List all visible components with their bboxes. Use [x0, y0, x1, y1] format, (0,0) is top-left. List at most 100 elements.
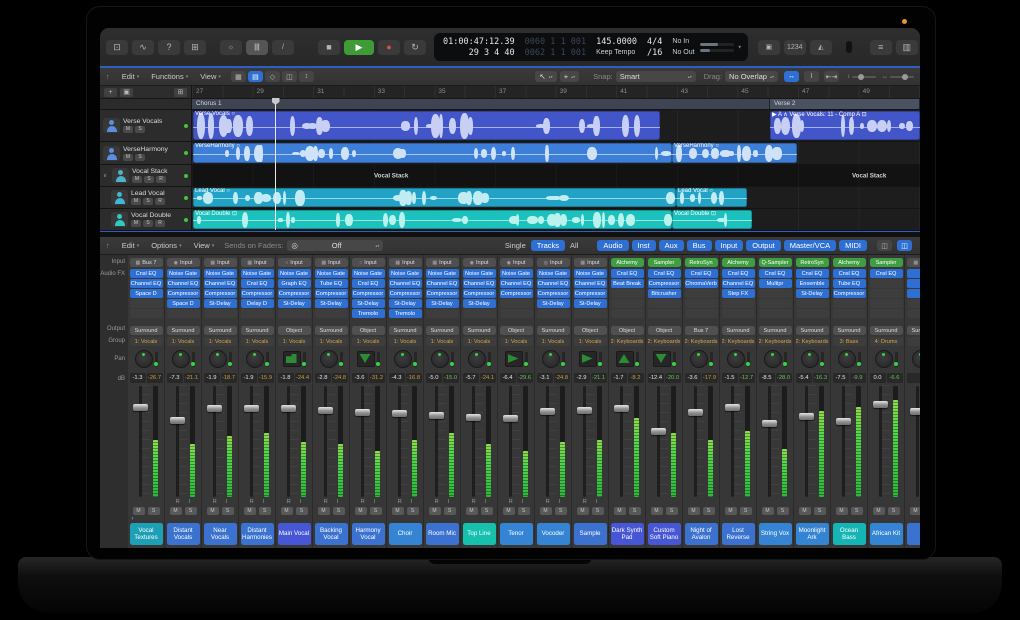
volume-db-value[interactable]: -5.7	[463, 373, 479, 383]
tracks-back-button[interactable]: ↑	[100, 72, 116, 81]
fx-slot[interactable]: Compressor	[463, 289, 496, 298]
pan-side-slider[interactable]	[821, 352, 824, 367]
play-button[interactable]: ▶	[344, 40, 374, 55]
strip-track-name[interactable]: Near Vocals	[204, 523, 237, 545]
fx-slot[interactable]: Cnsl EQ	[685, 269, 718, 278]
output-slot[interactable]: Surround	[241, 326, 274, 335]
stop-button[interactable]: ■	[318, 40, 340, 55]
fx-slot[interactable]: Cnsl EQ	[241, 279, 274, 288]
audio-region[interactable]: VerseHarmony ○	[672, 143, 797, 163]
pan-side-slider[interactable]	[303, 352, 306, 367]
volume-db-value[interactable]: -2.9	[574, 373, 590, 383]
drag-dropdown[interactable]: No Overlap▴▾	[725, 71, 778, 82]
record-enable-button[interactable]: R	[472, 499, 476, 505]
peak-db-value[interactable]: -16.3	[813, 373, 829, 383]
pan-knob[interactable]	[394, 350, 412, 368]
fx-slot[interactable]: Channel EQ	[167, 279, 200, 288]
volume-db-value[interactable]: -4.3	[389, 373, 405, 383]
fx-slot[interactable]: Cnsl EQ	[870, 269, 903, 278]
output-slot[interactable]: Surround	[759, 326, 792, 335]
input-monitor-button[interactable]: I	[522, 499, 524, 505]
fx-slot[interactable]: Noise Gate	[167, 269, 200, 278]
record-enable-button[interactable]: R	[583, 499, 587, 505]
snap-dropdown[interactable]: Smart▴▾	[616, 71, 696, 82]
record-enable-button[interactable]: R	[361, 499, 365, 505]
solo-button[interactable]: S	[740, 507, 752, 515]
solo-mode-button[interactable]: ▣	[758, 40, 780, 55]
secondary-tool-menu[interactable]: +▴▾	[560, 71, 579, 82]
solo-button[interactable]: S	[370, 507, 382, 515]
pan-control[interactable]	[204, 347, 237, 371]
output-slot[interactable]: Surround	[537, 326, 570, 335]
fader-area[interactable]	[241, 385, 274, 498]
peak-db-value[interactable]: -18.7	[221, 373, 237, 383]
fx-slot[interactable]: Beat Break	[611, 279, 644, 288]
fx-slot[interactable]	[907, 279, 921, 288]
fader-cap[interactable]	[466, 414, 481, 421]
input-slot[interactable]: ▦Input	[315, 258, 348, 267]
instrument-slot[interactable]: Q-Sampler	[759, 258, 792, 267]
mute-button[interactable]: M	[540, 507, 552, 515]
editors-icon[interactable]: ▥	[896, 40, 918, 55]
lcd-display[interactable]: 01:00:47:12.39 29 3 4 40 0060 1 1 001 00…	[434, 33, 748, 61]
group-slot[interactable]: 2: Keyboards	[648, 337, 681, 346]
record-enable-button[interactable]: R	[546, 499, 550, 505]
volume-db-value[interactable]: -5.4	[796, 373, 812, 383]
fx-slot[interactable]: Noise Gate	[463, 269, 496, 278]
track-header-verse-vocals[interactable]: Verse VocalsMS	[100, 110, 192, 141]
pan-side-slider[interactable]	[525, 352, 528, 367]
fader-cap[interactable]	[355, 409, 370, 416]
fader-cap[interactable]	[577, 407, 592, 414]
pan-knob[interactable]	[320, 350, 338, 368]
input-monitor-button[interactable]: I	[226, 499, 228, 505]
fader-cap[interactable]	[836, 418, 851, 425]
mute-button[interactable]: M	[577, 507, 589, 515]
fx-slot[interactable]: Noise Gate	[278, 269, 311, 278]
fader-area[interactable]	[648, 385, 681, 498]
peak-db-value[interactable]: -15.9	[258, 373, 274, 383]
volume-db-value[interactable]: -8.5	[759, 373, 775, 383]
solo-button[interactable]: S	[629, 507, 641, 515]
grid-view-icon[interactable]: ▦	[231, 71, 246, 82]
smart-controls-icon[interactable]: |||	[246, 40, 268, 55]
pan-side-slider[interactable]	[155, 352, 158, 367]
peak-db-value[interactable]: -6.6	[887, 373, 903, 383]
fader-cap[interactable]	[429, 412, 444, 419]
input-slot[interactable]: ▦Input	[574, 258, 607, 267]
record-enable-button[interactable]: R	[156, 176, 166, 183]
fader-area[interactable]	[796, 385, 829, 498]
output-slot[interactable]: Surround	[907, 326, 921, 335]
mixer-menu-options[interactable]: Options▾	[145, 241, 187, 250]
strip-track-name[interactable]: Tenor	[500, 523, 533, 545]
group-slot[interactable]	[907, 337, 921, 346]
pan-knob[interactable]	[764, 350, 782, 368]
peak-db-value[interactable]: -12.7	[739, 373, 755, 383]
pan-side-slider[interactable]	[562, 352, 565, 367]
fader-area[interactable]	[500, 385, 533, 498]
volume-db-value[interactable]: -12.4	[648, 373, 664, 383]
instrument-slot[interactable]: RetroSyn	[685, 258, 718, 267]
fader-area[interactable]	[167, 385, 200, 498]
input-monitor-button[interactable]: I	[559, 499, 561, 505]
pan-knob[interactable]	[801, 350, 819, 368]
strip-track-name[interactable]: Moonlight Ark	[796, 523, 829, 545]
output-slot[interactable]: Surround	[426, 326, 459, 335]
fader-cap[interactable]	[725, 404, 740, 411]
input-slot[interactable]: ▦Bus 7	[130, 258, 163, 267]
fx-slot[interactable]: Tube EQ	[315, 279, 348, 288]
strip-track-name[interactable]: Lost Reverse	[722, 523, 755, 545]
mute-button[interactable]: M	[503, 507, 515, 515]
pointer-tool-menu[interactable]: ↖▴▾	[535, 71, 556, 82]
pan-side-slider[interactable]	[599, 352, 602, 367]
peak-db-value[interactable]: -24.1	[480, 373, 496, 383]
solo-button[interactable]: S	[666, 507, 678, 515]
filter-bus[interactable]: Bus	[687, 240, 712, 251]
pan-control[interactable]	[833, 347, 866, 371]
pan-control[interactable]	[130, 347, 163, 371]
fx-slot[interactable]: Compressor	[500, 289, 533, 298]
strip-track-name[interactable]: Vocoder	[537, 523, 570, 545]
group-slot[interactable]: 2: Keyboards	[611, 337, 644, 346]
pan-knob[interactable]	[431, 350, 449, 368]
track-header-vocal-double[interactable]: Vocal DoubleMSR	[100, 209, 192, 230]
instrument-slot[interactable]: Sampler	[870, 258, 903, 267]
